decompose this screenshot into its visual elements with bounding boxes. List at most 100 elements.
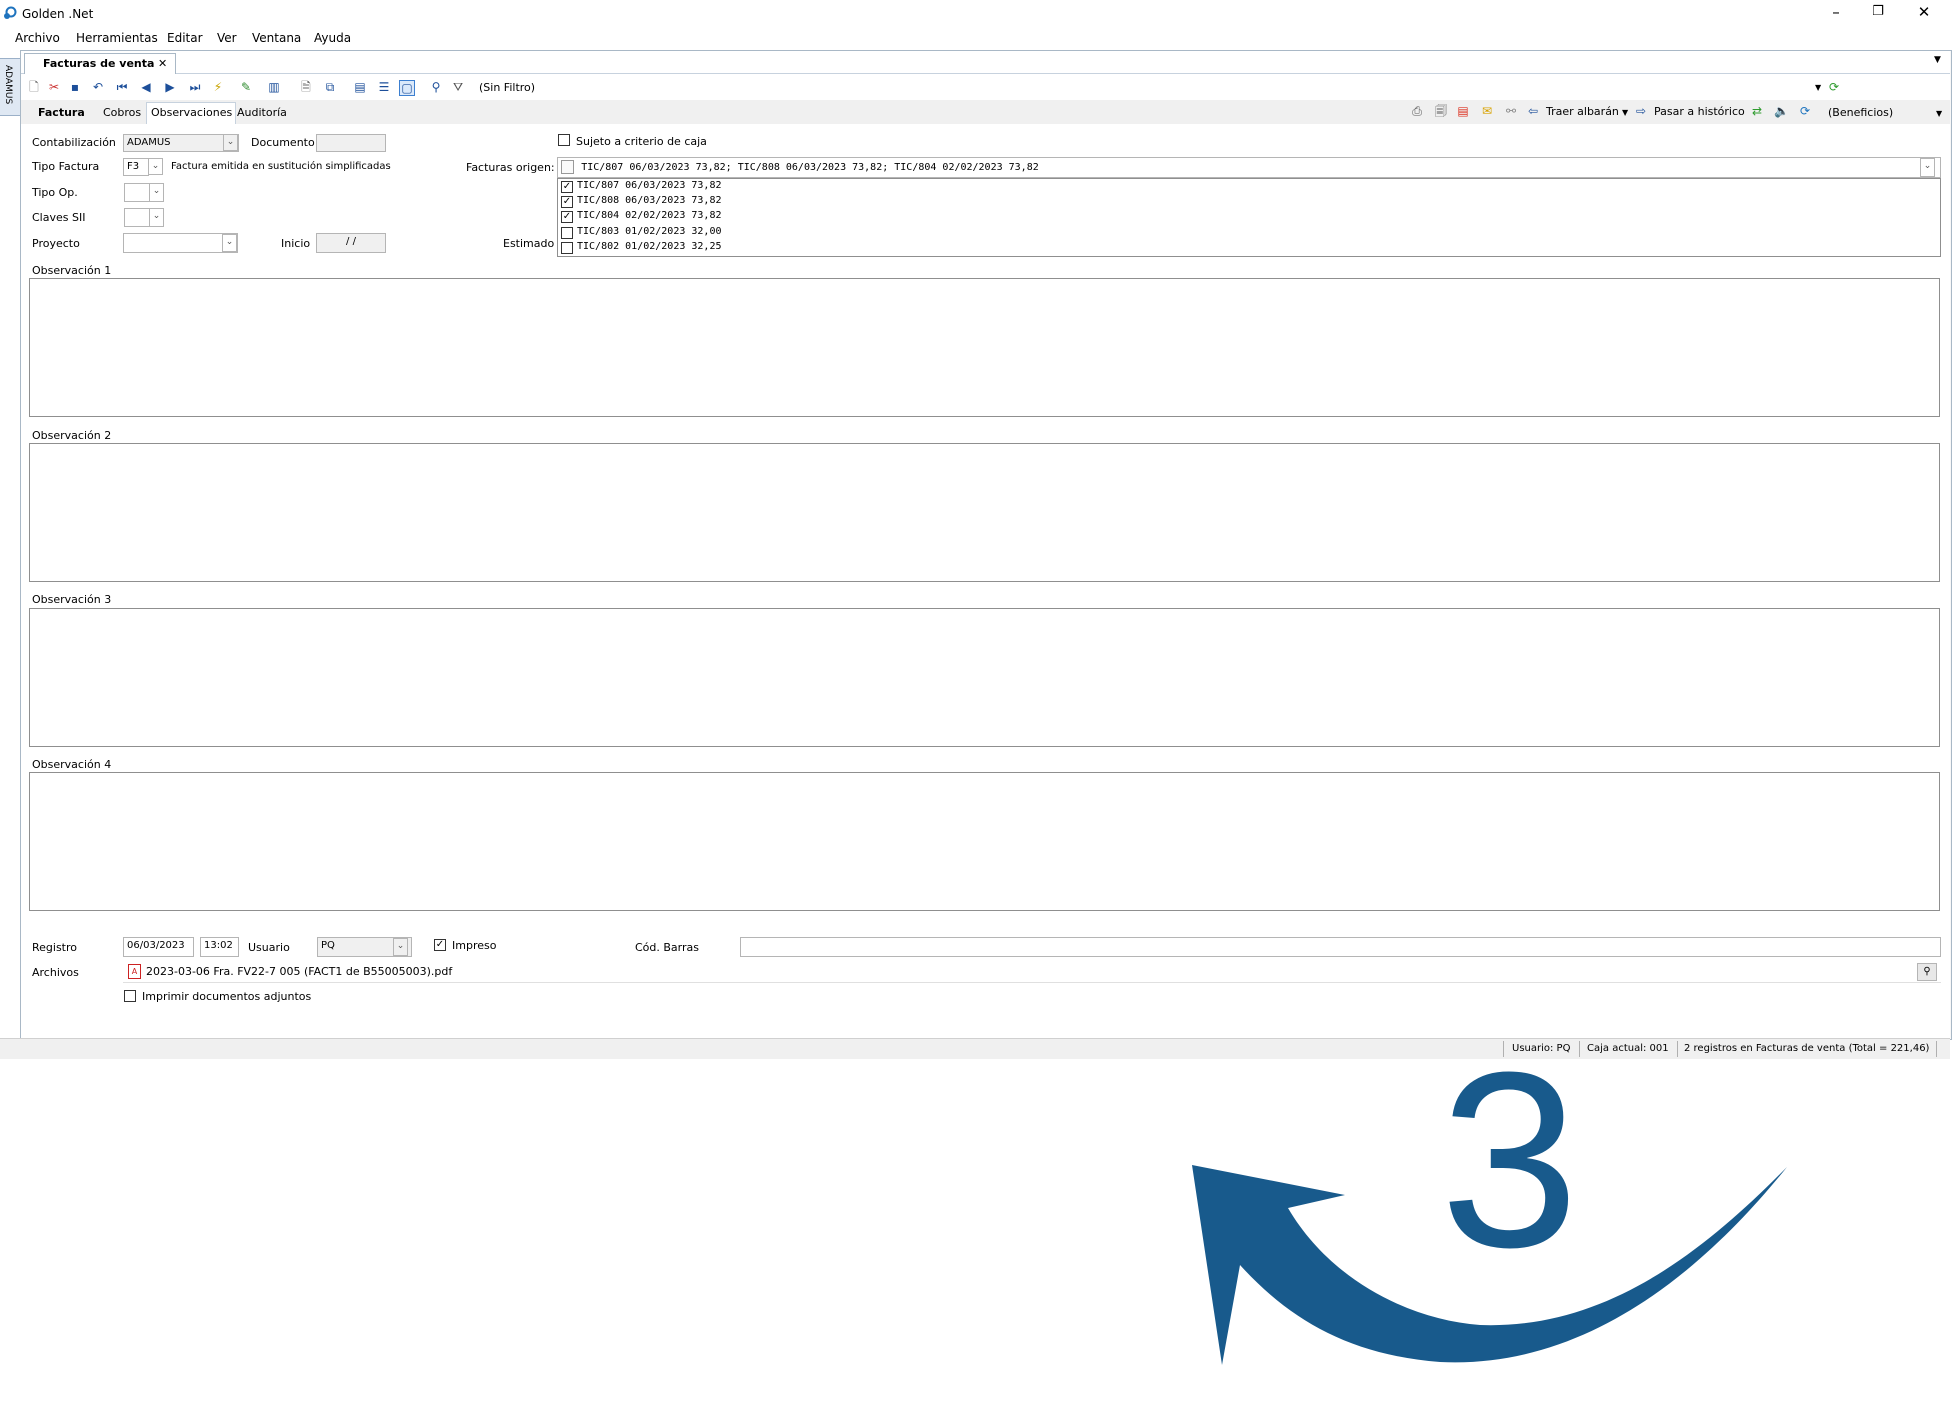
claves-sii-field[interactable] [124,208,150,227]
tipo-factura-field[interactable]: F3 [123,158,149,176]
documento-field[interactable] [316,134,386,152]
menu-herramientas[interactable]: Herramientas [76,31,158,45]
contabilizacion-label: Contabilización [32,136,116,149]
copy-icon[interactable]: ⧉ [323,80,337,94]
sujeto-criterio-caja-checkbox[interactable] [558,134,570,146]
tab-close-icon[interactable]: ✕ [158,57,167,70]
registro-label: Registro [32,941,78,954]
pasar-historico-button[interactable]: Pasar a histórico [1654,105,1745,118]
refresh-icon[interactable]: ⟳ [1827,80,1841,94]
tab-list-chevron-icon[interactable]: ▼ [1934,55,1941,65]
observacion-1-textarea[interactable] [29,278,1940,417]
traer-albaran-button[interactable]: Traer albarán [1546,105,1619,118]
minimize-button[interactable]: – [1826,3,1846,21]
observacion-4-label: Observación 4 [32,758,112,771]
imprimir-adjuntos-checkbox[interactable] [124,990,136,1002]
sound-icon[interactable]: 🔈 [1774,104,1789,118]
facturas-origen-combo[interactable]: TIC/807 06/03/2023 73,82; TIC/808 06/03/… [557,157,1941,178]
single-view-icon[interactable]: ▢ [399,80,415,96]
proyecto-field[interactable] [123,233,238,253]
undo-icon[interactable]: ↶ [91,80,105,94]
beneficios-chevron-icon[interactable]: ▼ [1936,109,1942,118]
tipo-factura-dropdown-icon[interactable]: ⌄ [148,158,163,175]
observacion-4-textarea[interactable] [29,772,1940,911]
facturas-origen-dropdown-icon[interactable]: ⌄ [1920,158,1935,177]
tab-observaciones-active[interactable]: Observaciones [146,102,236,125]
tab-label: Facturas de venta [43,57,155,70]
observacion-2-textarea[interactable] [29,443,1940,582]
archivos-file-link[interactable]: 2023-03-06 Fra. FV22-7 005 (FACT1 de B55… [146,965,452,978]
inicio-label: Inicio [281,237,311,250]
edit-pencil-icon[interactable]: ✎ [239,80,253,94]
next-record-icon[interactable]: ▶ [163,80,177,94]
tab-facturas-de-venta[interactable]: Facturas de venta ✕ [24,53,176,75]
observacion-2-label: Observación 2 [32,429,112,442]
tipo-op-field[interactable] [124,183,150,202]
filter-icon[interactable]: ⛛ [451,80,465,94]
pasar-historico-icon[interactable]: ⇨ [1634,104,1648,118]
tipo-op-dropdown-icon[interactable]: ⌄ [149,183,164,202]
sync-icon[interactable]: ⇄ [1750,104,1764,118]
contabilizacion-field[interactable]: ADAMUS [123,134,239,152]
proyecto-dropdown-icon[interactable]: ⌄ [222,234,237,252]
factura-item-label: TIC/804 02/02/2023 73,82 [577,210,722,221]
close-button[interactable]: ✕ [1914,3,1934,21]
tab-cobros[interactable]: Cobros [103,106,141,119]
actions-icon[interactable]: ⚡ [211,80,225,94]
traer-albaran-dropdown-icon[interactable]: ▼ [1622,108,1628,117]
tipo-factura-label: Tipo Factura [32,160,100,173]
main-toolbar: 🗋 ✂ ▪ ↶ ⏮ ◀ ▶ ⏭ ⚡ ✎ ▥ 🗎 ⧉ ▤ ☰ ▢ ⚲ ⛛ (Sin… [21,74,1950,100]
tab-factura[interactable]: Factura [38,106,85,119]
impreso-checkbox[interactable]: ✓ [434,939,446,951]
menu-ver[interactable]: Ver [217,31,237,45]
tab-auditoria[interactable]: Auditoría [237,106,287,119]
preview-icon[interactable]: 🗎 [299,80,313,94]
status-separator [1579,1041,1580,1057]
chart-icon[interactable]: ▥ [267,80,281,94]
factura-item-checkbox[interactable] [561,227,573,239]
filter-label[interactable]: (Sin Filtro) [479,81,535,94]
beneficios-dropdown[interactable]: (Beneficios) [1828,106,1893,119]
restore-button[interactable]: ❐ [1868,4,1888,19]
new-icon[interactable]: 🗋 [27,80,41,94]
pdf-icon[interactable]: ▤ [1456,104,1470,118]
registro-date-field[interactable]: 06/03/2023 [123,937,194,957]
inicio-field[interactable]: / / [316,233,386,253]
menu-archivo[interactable]: Archivo [15,31,60,45]
attach-file-button[interactable]: ⚲ [1917,963,1937,981]
search-icon[interactable]: ⚲ [429,80,443,94]
cod-barras-field[interactable] [740,937,1941,957]
factura-item-checkbox[interactable]: ✓ [561,211,573,223]
cut-icon[interactable]: ✂ [47,80,61,94]
factura-item-checkbox[interactable] [561,242,573,254]
contabilizacion-dropdown-icon[interactable]: ⌄ [223,134,238,151]
menu-ventana[interactable]: Ventana [252,31,301,45]
documento-label: Documento [251,136,315,149]
print-icon[interactable]: ⎙ [1410,104,1424,118]
status-bar: Usuario: PQ Caja actual: 001 2 registros… [0,1038,1950,1059]
first-record-icon[interactable]: ⏮ [115,80,129,94]
factura-item-checkbox[interactable]: ✓ [561,181,573,193]
factura-item-label: TIC/808 06/03/2023 73,82 [577,195,722,206]
menu-ayuda[interactable]: Ayuda [314,31,351,45]
print-preview-icon[interactable]: 🗐 [1434,104,1448,118]
last-record-icon[interactable]: ⏭ [188,80,202,94]
update-icon[interactable]: ⟳ [1798,104,1812,118]
usuario-dropdown-icon[interactable]: ⌄ [393,938,408,956]
email-icon[interactable]: ✉ [1480,104,1494,118]
previous-record-icon[interactable]: ◀ [139,80,153,94]
claves-sii-dropdown-icon[interactable]: ⌄ [149,208,164,227]
form-view-icon[interactable]: ▤ [353,80,367,94]
filter-dropdown-icon[interactable]: ▼ [1815,83,1821,92]
list-view-icon[interactable]: ☰ [377,80,391,94]
attach-icon[interactable]: ⚯ [1504,104,1518,118]
menu-editar[interactable]: Editar [167,31,203,45]
side-tab-adamus[interactable]: ADAMUS [0,58,21,116]
observacion-3-textarea[interactable] [29,608,1940,747]
registro-time-field[interactable]: 13:02 [200,937,239,957]
title-bar: Golden .Net – ❐ ✕ [0,0,1959,26]
save-icon[interactable]: ▪ [68,80,82,94]
pdf-file-icon: A [128,964,141,979]
traer-albaran-icon[interactable]: ⇦ [1526,104,1540,118]
factura-item-checkbox[interactable]: ✓ [561,196,573,208]
